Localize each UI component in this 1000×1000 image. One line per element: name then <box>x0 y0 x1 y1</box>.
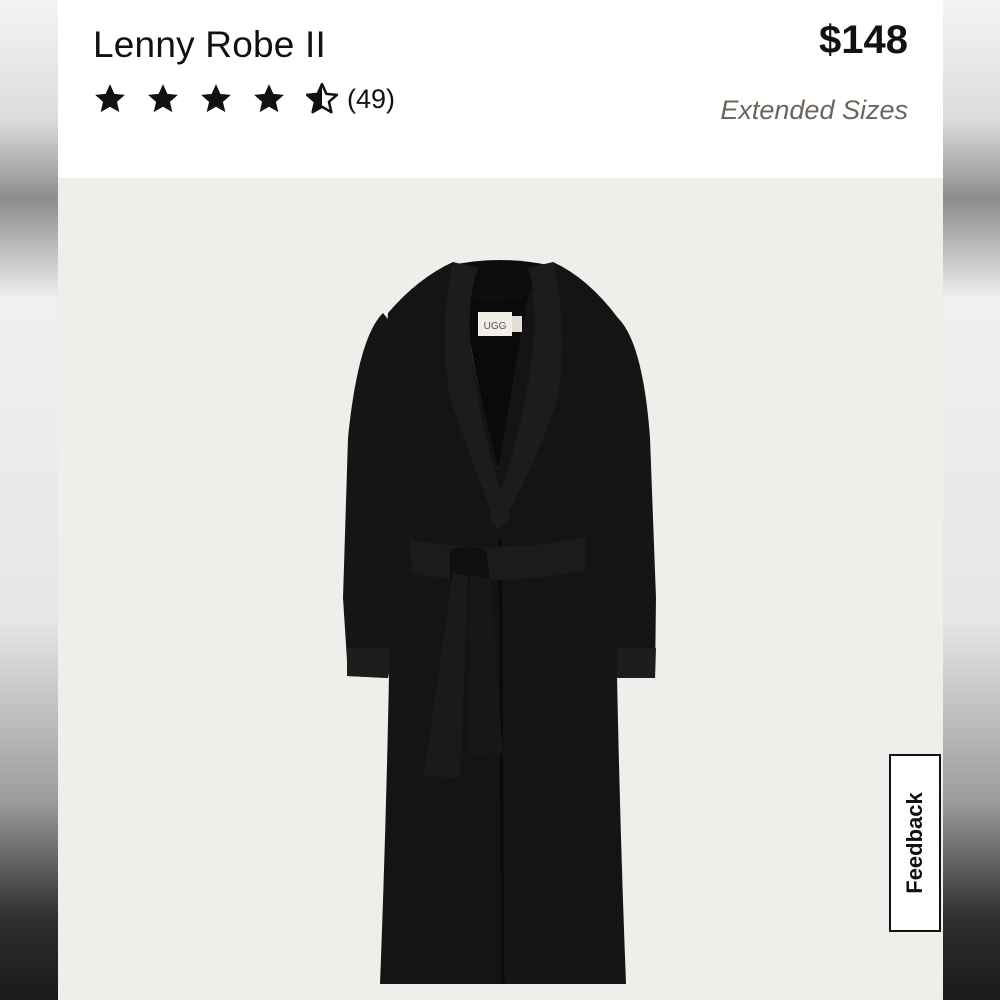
review-count[interactable]: (49) <box>347 84 395 115</box>
product-image[interactable]: UGG <box>58 178 943 1000</box>
half-star-icon <box>305 82 339 114</box>
product-header: Lenny Robe II $148 (49) Extended Sizes <box>58 0 943 178</box>
star-icon <box>148 84 178 113</box>
star-icon <box>95 84 125 113</box>
product-title: Lenny Robe II <box>93 24 326 65</box>
product-price: $148 <box>819 18 908 62</box>
rating-row[interactable]: (49) <box>93 80 395 118</box>
backdrop-left <box>0 0 58 1000</box>
star-icon <box>201 84 231 113</box>
backdrop-right <box>943 0 1000 1000</box>
feedback-tab[interactable]: Feedback <box>889 754 941 932</box>
product-screen: Lenny Robe II $148 (49) Extended Sizes U… <box>58 0 943 1000</box>
brand-tag-text: UGG <box>484 321 507 332</box>
robe-image: UGG <box>343 260 656 985</box>
star-icon <box>254 84 284 113</box>
feedback-label: Feedback <box>902 792 927 894</box>
extended-sizes-label[interactable]: Extended Sizes <box>720 95 908 126</box>
